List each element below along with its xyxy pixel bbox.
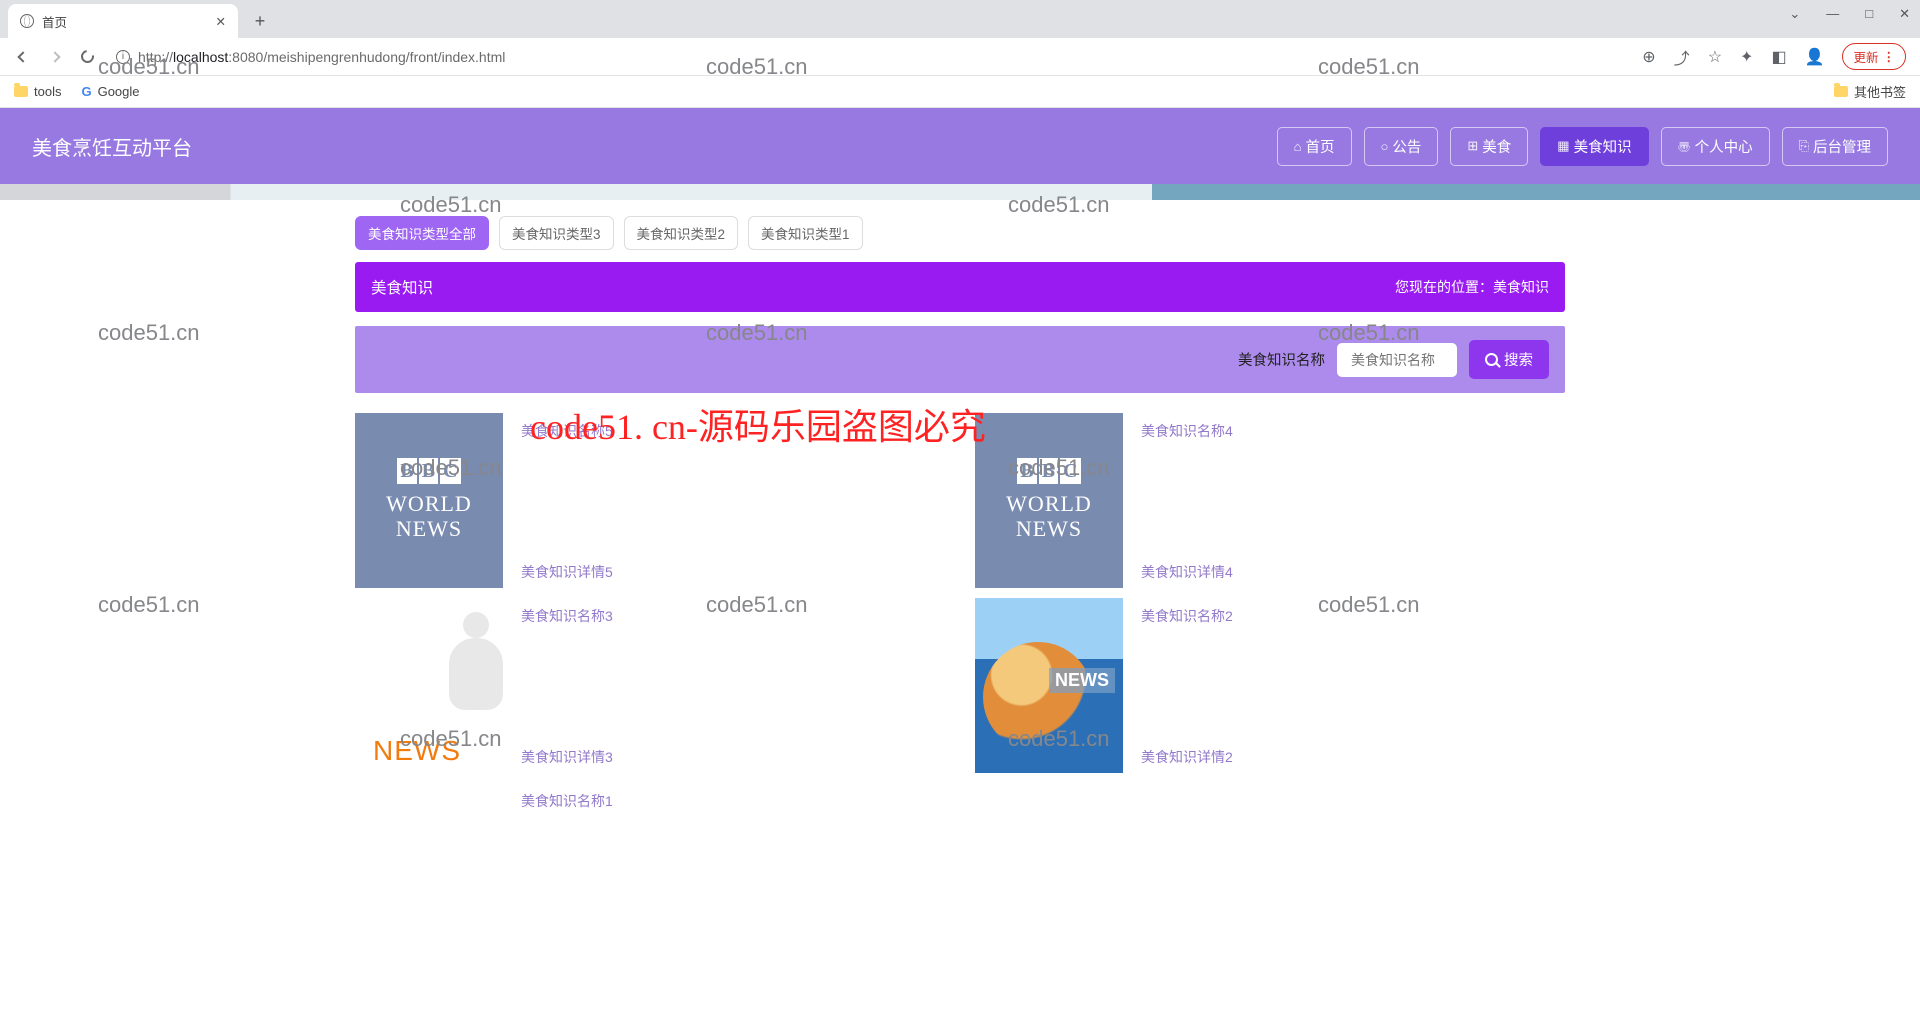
list-item[interactable]: BBC WORLDNEWS 美食知识名称4 美食知识详情4 — [975, 413, 1565, 588]
bookmark-star-icon[interactable]: ☆ — [1708, 47, 1722, 67]
section-header: 美食知识 您现在的位置：美食知识 — [355, 262, 1565, 312]
item-subtitle: 美食知识详情3 — [521, 747, 613, 767]
site-title: 美食烹饪互动平台 — [32, 132, 192, 161]
watermark: code51.cn — [98, 592, 200, 618]
bookmark-tools[interactable]: tools — [14, 84, 61, 99]
reload-button[interactable] — [78, 48, 96, 66]
back-button[interactable] — [14, 48, 32, 66]
new-tab-button[interactable]: + — [246, 7, 274, 35]
chip-all[interactable]: 美食知识类型全部 — [355, 216, 489, 250]
nav-home[interactable]: ⌂首页 — [1277, 127, 1352, 166]
thumbnail: NEWS — [355, 598, 503, 773]
bookmarks-bar: tools G Google 其他书签 — [0, 76, 1920, 108]
folder-icon — [1834, 86, 1848, 97]
search-input[interactable] — [1337, 343, 1457, 377]
close-window-icon[interactable]: ✕ — [1899, 6, 1910, 22]
url-text: http://localhost:8080/meishipengrenhudon… — [138, 49, 505, 65]
item-title: 美食知识名称2 — [1141, 606, 1233, 626]
toolbar-right: ⊕ ⤴ ☆ ✦ ◧ 👤 更新⋮ — [1642, 43, 1906, 70]
grid-icon: ⊞ — [1467, 138, 1478, 154]
item-subtitle: 美食知识详情5 — [521, 562, 613, 582]
thumbnail: BBC WORLDNEWS — [975, 413, 1123, 588]
nav-notice[interactable]: ○公告 — [1364, 127, 1439, 166]
category-chips: 美食知识类型全部 美食知识类型3 美食知识类型2 美食知识类型1 — [355, 216, 1565, 250]
close-tab-icon[interactable]: ✕ — [216, 14, 226, 29]
item-title: 美食知识名称3 — [521, 606, 613, 626]
globe-icon — [20, 14, 34, 28]
list-item[interactable]: NEWS 美食知识名称3 美食知识详情3 — [355, 598, 945, 773]
calendar-icon: ▦ — [1557, 138, 1569, 154]
folder-icon — [14, 86, 28, 97]
search-icon — [1485, 353, 1498, 366]
nav-admin[interactable]: ⎘后台管理 — [1782, 127, 1888, 166]
list-item[interactable]: 美食知识名称1 — [355, 783, 945, 811]
nav-food[interactable]: ⊞美食 — [1450, 127, 1528, 166]
item-subtitle: 美食知识详情4 — [1141, 562, 1233, 582]
minimize-icon[interactable]: — — [1826, 6, 1839, 22]
thumbnail: NEWS — [975, 598, 1123, 773]
zoom-icon[interactable]: ⊕ — [1642, 47, 1655, 67]
link-icon: ⎘ — [1799, 138, 1809, 154]
maximize-icon[interactable]: □ — [1865, 6, 1873, 22]
search-bar: 美食知识名称 搜索 — [355, 326, 1565, 393]
chevron-down-icon[interactable]: ⌄ — [1789, 6, 1800, 22]
tab-title: 首页 — [42, 12, 67, 31]
site-info-icon[interactable]: i — [116, 50, 130, 64]
google-icon: G — [81, 84, 91, 99]
forward-button[interactable] — [46, 48, 64, 66]
bookmark-other[interactable]: 其他书签 — [1834, 82, 1906, 101]
results-grid: BBC WORLDNEWS 美食知识名称5 美食知识详情5 BBC WORLDN… — [355, 413, 1565, 811]
list-item[interactable]: NEWS 美食知识名称2 美食知识详情2 — [975, 598, 1565, 773]
breadcrumb: 您现在的位置：美食知识 — [1395, 277, 1549, 297]
nav-bar: ⌂首页 ○公告 ⊞美食 ▦美食知识 〠个人中心 ⎘后台管理 — [1277, 127, 1888, 166]
browser-tab-strip: 首页 ✕ + ⌄ — □ ✕ — [0, 0, 1920, 38]
share-icon[interactable]: ⤴ — [1674, 45, 1690, 69]
circle-icon: ○ — [1381, 139, 1389, 154]
site-header: 美食烹饪互动平台 ⌂首页 ○公告 ⊞美食 ▦美食知识 〠个人中心 ⎘后台管理 — [0, 108, 1920, 184]
extensions-icon[interactable]: ✦ — [1740, 47, 1753, 67]
item-title: 美食知识名称5 — [521, 421, 613, 441]
nav-knowledge[interactable]: ▦美食知识 — [1540, 127, 1648, 166]
profile-icon[interactable]: 👤 — [1805, 47, 1825, 67]
main-content: 美食知识类型全部 美食知识类型3 美食知识类型2 美食知识类型1 美食知识 您现… — [355, 216, 1565, 811]
update-button[interactable]: 更新⋮ — [1842, 43, 1906, 70]
search-button[interactable]: 搜索 — [1469, 340, 1549, 379]
item-title: 美食知识名称4 — [1141, 421, 1233, 441]
browser-tab[interactable]: 首页 ✕ — [8, 4, 238, 38]
item-subtitle: 美食知识详情2 — [1141, 747, 1233, 767]
window-controls: ⌄ — □ ✕ — [1789, 6, 1910, 22]
sidepanel-icon[interactable]: ◧ — [1771, 47, 1786, 67]
watermark: code51.cn — [98, 320, 200, 346]
section-title: 美食知识 — [371, 276, 433, 298]
browser-toolbar: i http://localhost:8080/meishipengrenhud… — [0, 38, 1920, 76]
address-bar[interactable]: i http://localhost:8080/meishipengrenhud… — [110, 49, 1628, 65]
nav-user-center[interactable]: 〠个人中心 — [1661, 127, 1770, 166]
hero-banner — [0, 184, 1920, 200]
thumbnail: BBC WORLDNEWS — [355, 413, 503, 588]
chip-type1[interactable]: 美食知识类型1 — [748, 216, 863, 250]
list-item[interactable]: BBC WORLDNEWS 美食知识名称5 美食知识详情5 — [355, 413, 945, 588]
search-label: 美食知识名称 — [1238, 349, 1325, 370]
user-icon: 〠 — [1678, 137, 1691, 156]
chip-type3[interactable]: 美食知识类型3 — [499, 216, 614, 250]
home-icon: ⌂ — [1294, 139, 1302, 154]
item-title: 美食知识名称1 — [521, 791, 613, 811]
chip-type2[interactable]: 美食知识类型2 — [624, 216, 739, 250]
bookmark-google[interactable]: G Google — [81, 84, 139, 99]
